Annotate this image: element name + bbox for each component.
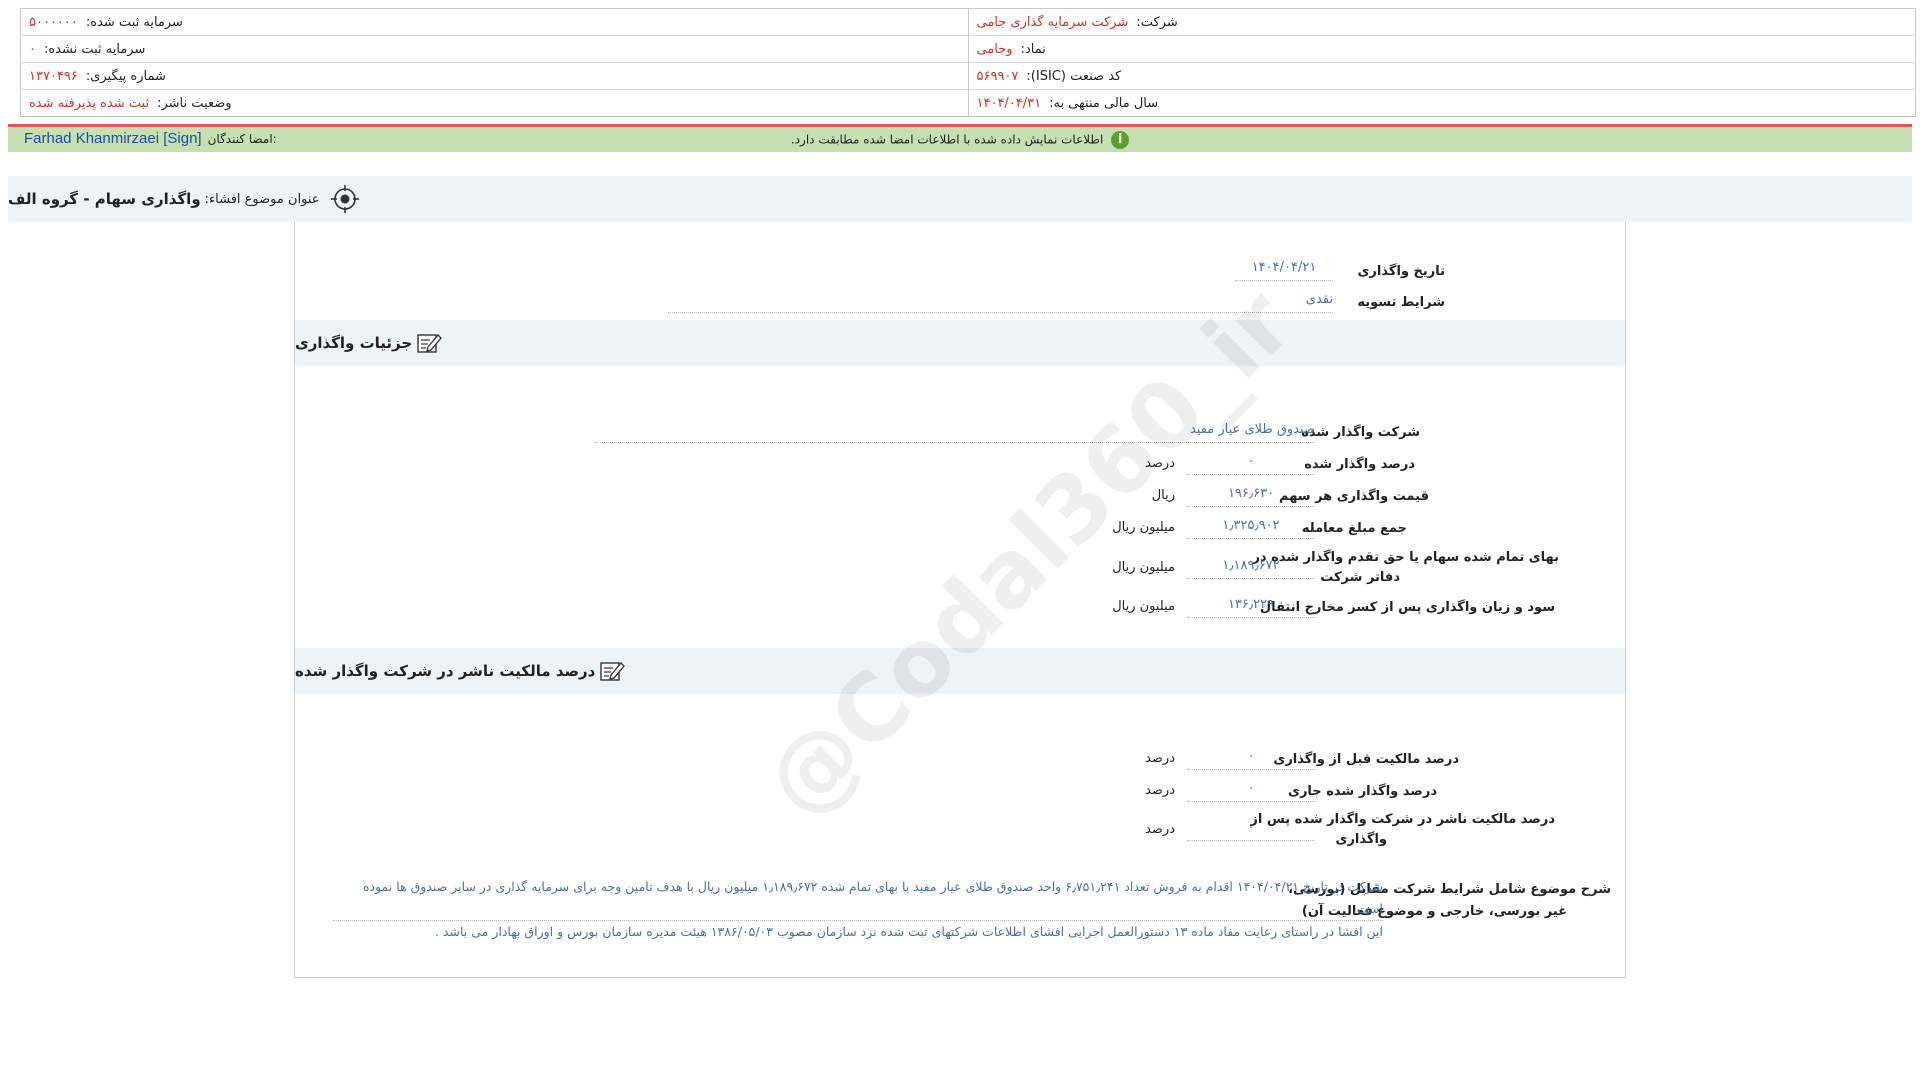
transferred-company-label: شرکت واگذار شده [1301, 425, 1420, 440]
registered-capital-value: ۵۰۰۰۰۰۰ [29, 14, 78, 30]
description-line-1: شرکت در تاریخ ۱۴۰۴/۰۴/۲۱ اقدام به فروش ت… [333, 876, 1383, 921]
fiscal-year-row: سال مالی منتهی به: ۱۴۰۴/۰۴/۳۱ [969, 90, 1916, 116]
description-line-2: این افشا در راستای رعایت مفاد ماده ۱۳ دس… [434, 924, 1383, 939]
publisher-status-label: وضعیت ناشر: [157, 95, 232, 111]
total-amount-value: ۱٫۳۲۵٫۹۰۲ [1187, 518, 1315, 539]
ownership-current-value: ۰ [1187, 781, 1315, 802]
transfer-date-value: ۱۴۰۴/۰۴/۲۱ [1235, 260, 1333, 281]
percent-transferred-label: درصد واگذار شده [1304, 457, 1415, 472]
unregistered-capital-value: ۰ [29, 41, 36, 57]
registered-capital-label: سرمایه ثبت شده: [85, 14, 183, 30]
total-amount-unit: میلیون ریال [1112, 520, 1175, 535]
tracking-number-row: شماره پیگیری: ۱۳۷۰۴۹۶ [21, 63, 968, 90]
subject-label: عنوان موضوع افشاء: [204, 191, 320, 207]
book-cost-unit: میلیون ریال [1112, 560, 1175, 575]
company-label: شرکت: [1136, 14, 1178, 30]
price-per-share-unit: ریال [1151, 488, 1175, 503]
ownership-header: درصد مالکیت ناشر در شرکت واگذار شده [295, 648, 1625, 694]
description-text: شرکت در تاریخ ۱۴۰۴/۰۴/۲۱ اقدام به فروش ت… [333, 876, 1383, 943]
transferred-company-value: صندوق طلای عیار مفید [595, 422, 1315, 443]
profit-loss-value: ۱۳۶٫۲۲۹ [1187, 597, 1315, 618]
tracking-number-label: شماره پیگیری: [85, 68, 166, 84]
edit-document-icon [600, 662, 626, 681]
subject-header: عنوان موضوع افشاء: واگذاری سهام - گروه ا… [8, 176, 1912, 222]
symbol-label: نماد: [1020, 41, 1046, 57]
book-cost-value: ۱٫۱۸۹٫۶۷۲ [1187, 558, 1315, 579]
edit-document-icon [417, 334, 443, 353]
transfer-date-label: تاریخ واگذاری [1357, 264, 1445, 279]
publisher-status-row: وضعیت ناشر: ثبت شده پذیرفته شده [21, 90, 968, 116]
subject-title: واگذاری سهام - گروه الف [8, 190, 201, 208]
info-check-icon: i [1111, 131, 1130, 149]
ownership-after-label-line2: واگذاری [1335, 832, 1387, 847]
profit-loss-unit: میلیون ریال [1112, 599, 1175, 614]
settlement-terms-value: نقدی [668, 292, 1333, 313]
transfer-details-header: جزئیات واگذاری [295, 320, 1625, 366]
company-info-table: شرکت: شرکت سرمایه گذاری جامی نماد: وجامی… [20, 8, 1916, 117]
book-cost-label-line2: دفاتر شرکت [1320, 570, 1400, 585]
publisher-status-value: ثبت شده پذیرفته شده [29, 95, 150, 111]
total-amount-label: جمع مبلغ معامله [1301, 521, 1407, 536]
company-info-left-column: سرمایه ثبت شده: ۵۰۰۰۰۰۰ سرمایه ثبت نشده:… [21, 9, 968, 116]
unregistered-capital-label: سرمایه ثبت نشده: [43, 41, 146, 57]
verification-message: i اطلاعات نمایش داده شده با اطلاعات امضا… [8, 131, 1912, 149]
disclosure-panel: تاریخ واگذاری ۱۴۰۴/۰۴/۲۱ شرایط تسویه نقد… [294, 222, 1626, 978]
transfer-details-title: جزئیات واگذاری [295, 334, 413, 352]
company-value: شرکت سرمایه گذاری جامی [976, 14, 1129, 30]
ownership-before-value: ۰ [1187, 749, 1315, 770]
ownership-title: درصد مالکیت ناشر در شرکت واگذار شده [295, 662, 596, 680]
symbol-value: وجامی [976, 41, 1013, 57]
ownership-current-unit: درصد [1145, 783, 1175, 798]
unregistered-capital-row: سرمایه ثبت نشده: ۰ [21, 36, 968, 63]
company-info-right-column: شرکت: شرکت سرمایه گذاری جامی نماد: وجامی… [967, 9, 1916, 116]
registered-capital-row: سرمایه ثبت شده: ۵۰۰۰۰۰۰ [21, 9, 968, 36]
settlement-terms-label: شرایط تسویه [1357, 295, 1445, 310]
isic-row: کد صنعت (ISIC): ۵۶۹۹۰۷ [968, 63, 1915, 90]
company-row: شرکت: شرکت سرمایه گذاری جامی [968, 9, 1915, 36]
ownership-after-value: ۰ [1187, 820, 1315, 841]
signature-bar: Farhad Khanmirzaei [Sign] امضا کنندگان: … [8, 124, 1912, 152]
target-icon [330, 185, 359, 213]
fiscal-year-value: ۱۴۰۴/۰۴/۳۱ [976, 95, 1042, 111]
percent-transferred-unit: درصد [1145, 456, 1175, 471]
price-per-share-value: ۱۹۶٫۶۳۰ [1187, 486, 1315, 507]
tracking-number-value: ۱۳۷۰۴۹۶ [29, 68, 78, 84]
isic-value: ۵۶۹۹۰۷ [976, 68, 1019, 84]
ownership-after-unit: درصد [1145, 822, 1175, 837]
isic-label: کد صنعت (ISIC): [1026, 68, 1122, 84]
percent-transferred-value: ۰ [1187, 454, 1315, 475]
fiscal-year-label: سال مالی منتهی به: [1049, 95, 1159, 111]
symbol-row: نماد: وجامی [968, 36, 1915, 63]
verification-text: اطلاعات نمایش داده شده با اطلاعات امضا ش… [790, 132, 1104, 147]
ownership-before-unit: درصد [1145, 751, 1175, 766]
